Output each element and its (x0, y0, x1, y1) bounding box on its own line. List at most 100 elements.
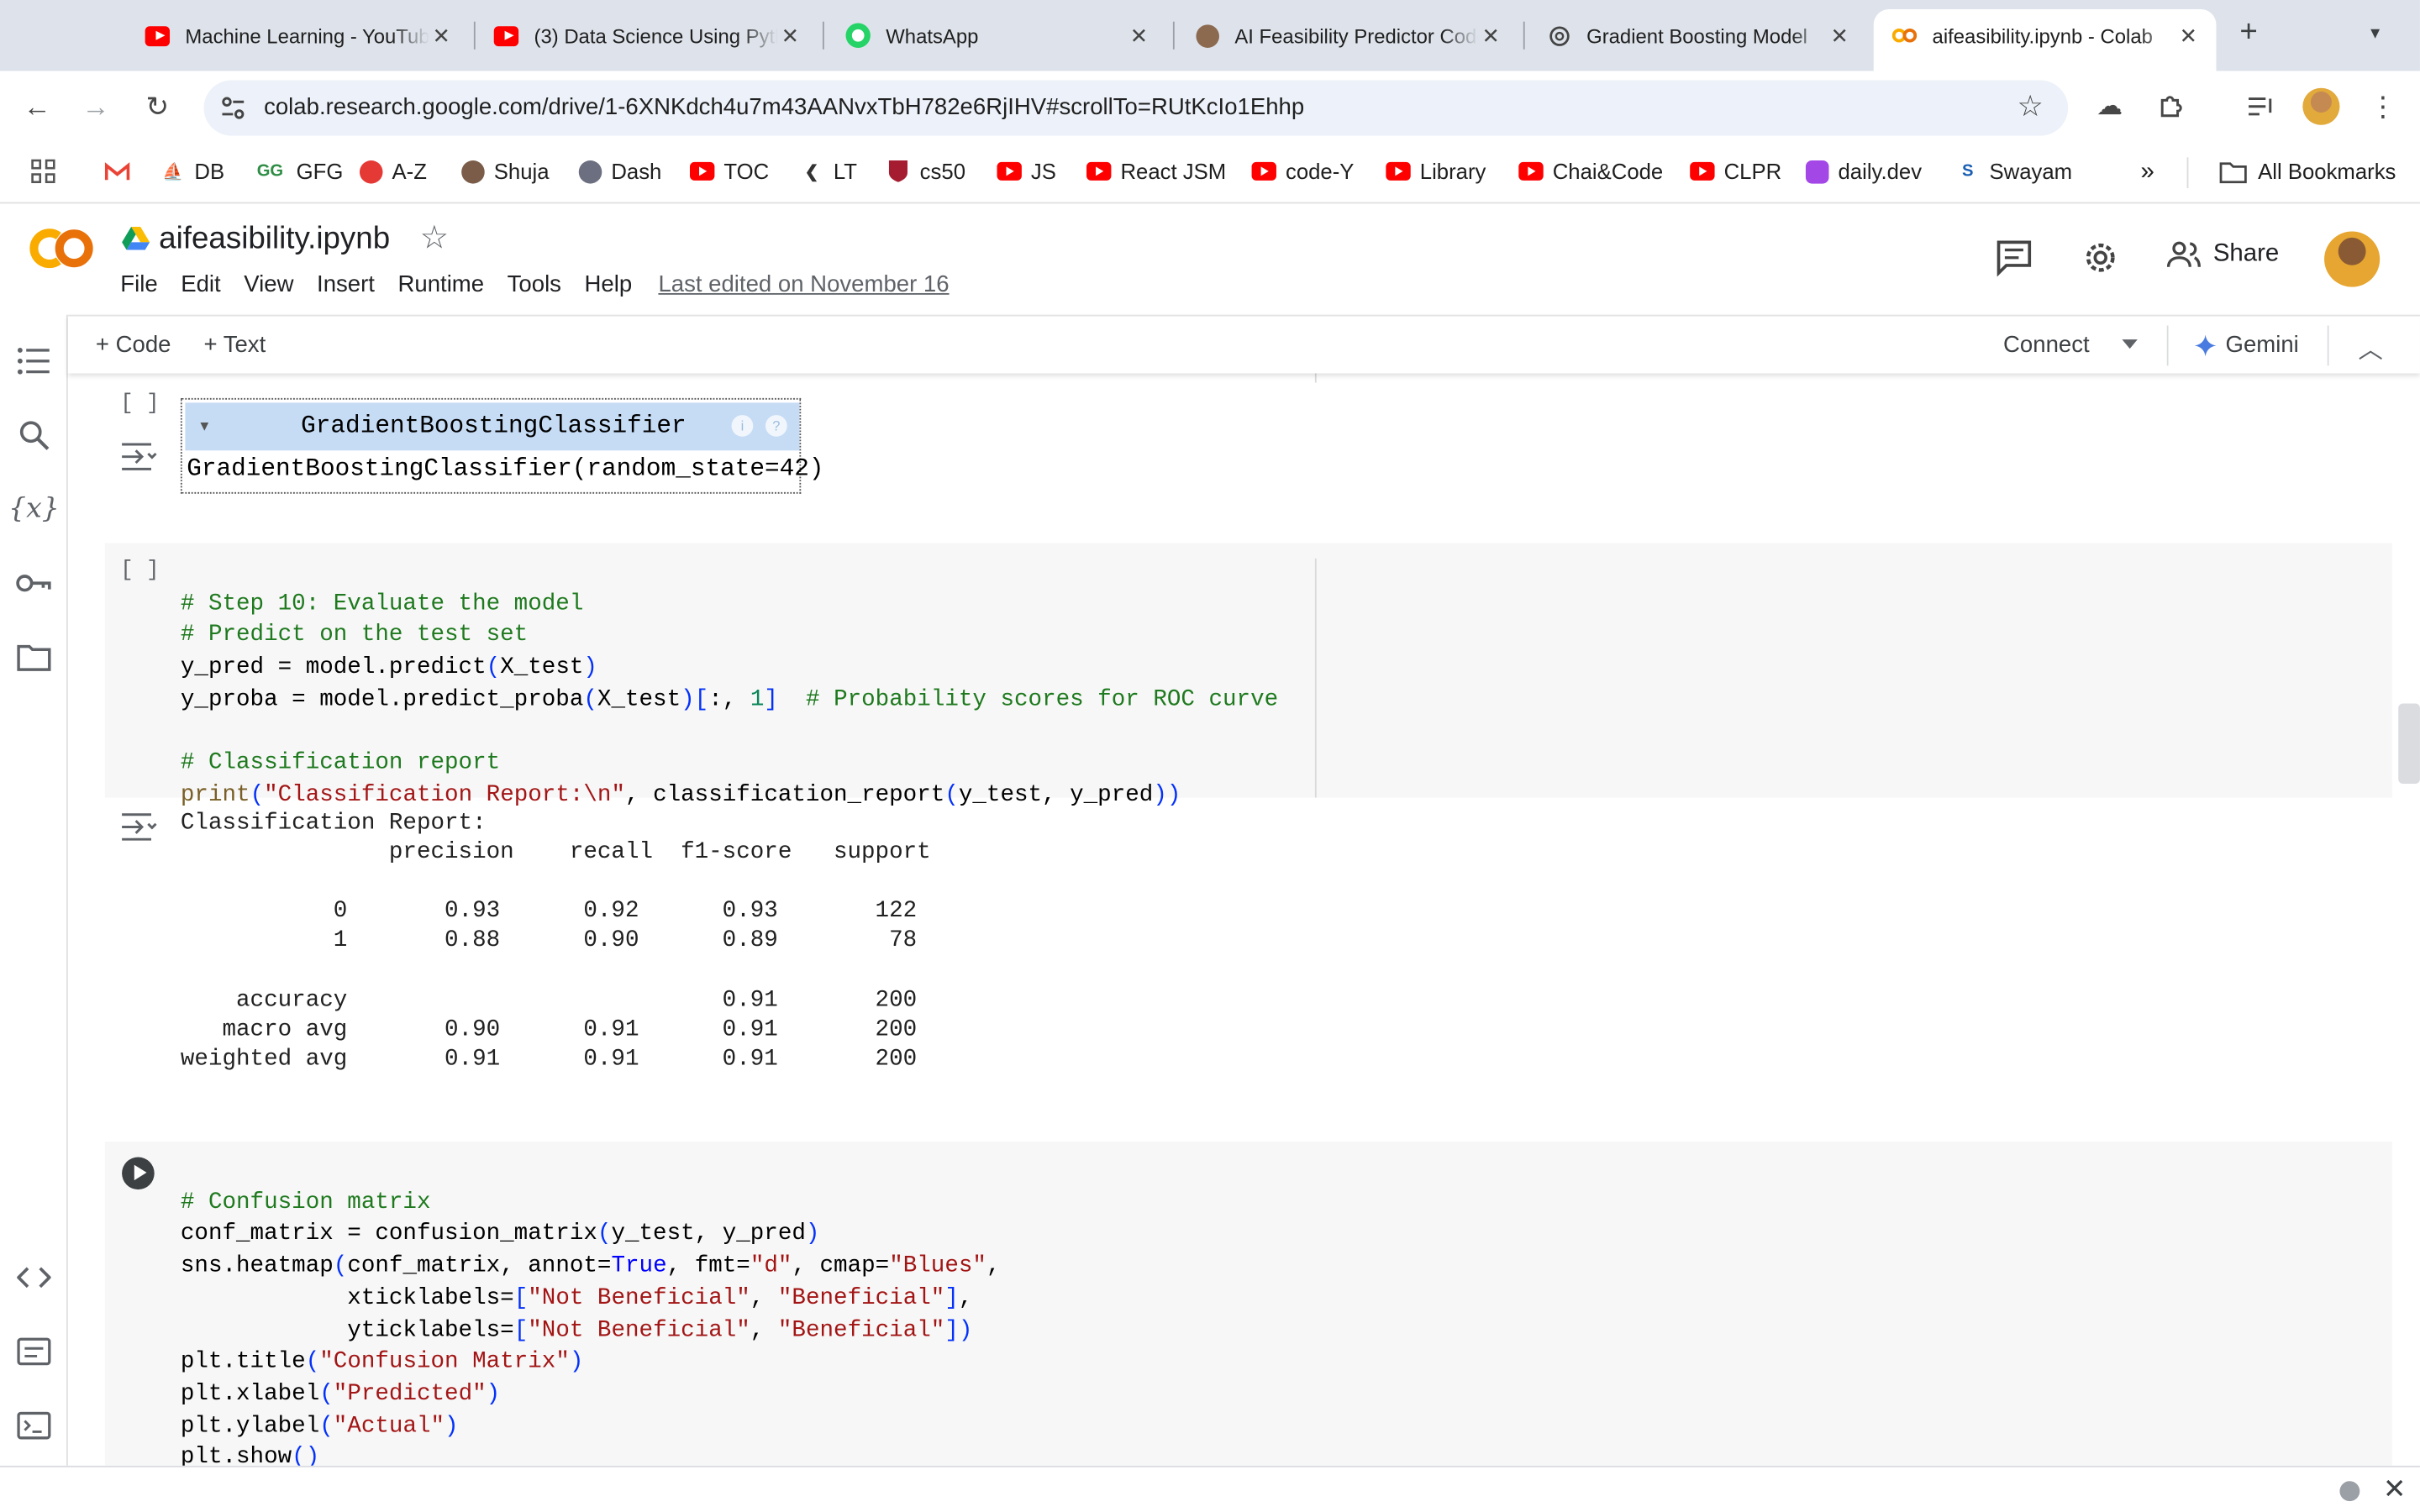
tab-search-chevron-icon[interactable]: ▾ (2370, 22, 2380, 44)
back-arrow-icon[interactable]: ← (18, 90, 55, 127)
all-bookmarks-button[interactable]: All Bookmarks (2217, 159, 2396, 184)
command-palette-icon[interactable] (15, 1333, 52, 1370)
files-folder-icon[interactable] (15, 638, 52, 675)
user-avatar[interactable] (2324, 231, 2381, 287)
bookmark-item[interactable]: A-Z (358, 159, 427, 184)
bookmark-item[interactable]: GG GFG (253, 159, 344, 183)
bookmark-item[interactable]: ⛵ DB (160, 159, 224, 183)
gemini-button[interactable]: Gemini (2194, 331, 2299, 359)
code-line: # Classification report (180, 750, 501, 777)
notebook-area[interactable]: [ ] ▼ GradientBoostingClassifier i ? Gra… (69, 373, 2420, 1466)
search-icon[interactable] (15, 417, 52, 454)
browser-tab-active[interactable]: aifeasibility.ipynb - Colab ✕ (1873, 9, 2217, 71)
browser-tab[interactable]: WhatsApp ✕ (827, 13, 1166, 59)
connect-button[interactable]: Connect (2003, 332, 2090, 358)
bookmark-item[interactable]: S Swayam (1955, 159, 2072, 183)
close-icon[interactable]: ✕ (429, 23, 454, 49)
address-bar[interactable]: colab.research.google.com/drive/1-6XNKdc… (203, 80, 2069, 136)
settings-gear-icon[interactable] (2081, 238, 2121, 278)
bookmark-item[interactable]: cs50 (886, 159, 965, 184)
youtube-icon (1518, 159, 1544, 183)
last-edited-link[interactable]: Last edited on November 16 (658, 271, 949, 297)
bookmark-item[interactable]: React JSM (1086, 159, 1226, 184)
gemini-label: Gemini (2225, 331, 2299, 359)
expand-triangle-icon[interactable]: ▼ (197, 418, 211, 433)
menu-runtime[interactable]: Runtime (397, 271, 484, 297)
bookmark-item[interactable]: CLPR (1690, 159, 1781, 184)
bookmark-gmail[interactable] (104, 159, 139, 183)
menu-edit[interactable]: Edit (181, 271, 220, 297)
cloud-icon[interactable]: ☁ (2093, 90, 2127, 123)
secrets-key-icon[interactable] (15, 564, 52, 601)
scrollbar-thumb[interactable] (2398, 703, 2420, 785)
close-icon[interactable]: ✕ (1127, 23, 1151, 49)
colab-logo-icon[interactable] (24, 225, 95, 271)
run-cell-button[interactable] (122, 1157, 155, 1190)
variables-icon[interactable]: {x} (8, 489, 60, 526)
bookmark-star-icon[interactable]: ☆ (2017, 90, 2043, 125)
classification-report-output: Classification Report: precision recall … (180, 810, 931, 1073)
bookmark-item[interactable]: daily.dev (1804, 159, 1922, 184)
help-icon[interactable]: ? (765, 415, 787, 437)
youtube-icon (493, 24, 519, 48)
close-icon[interactable]: ✕ (2176, 23, 2201, 49)
bookmark-label: Dash (611, 159, 662, 184)
profile-avatar[interactable] (2302, 87, 2340, 125)
bookmark-item[interactable]: Chai&Code (1518, 159, 1663, 184)
site-settings-icon[interactable] (219, 94, 247, 122)
bookmark-item[interactable]: ❮ LT (799, 159, 857, 183)
estimator-header[interactable]: ▼ GradientBoostingClassifier i ? (185, 402, 800, 451)
bookmarks-overflow-button[interactable]: » (2141, 159, 2154, 186)
reload-icon[interactable]: ↻ (139, 90, 176, 127)
cell-execution-count[interactable]: [ ] (120, 392, 159, 417)
extensions-icon[interactable] (2154, 90, 2188, 123)
bookmark-item[interactable]: Library (1386, 159, 1486, 184)
share-button[interactable]: Share (2166, 241, 2279, 269)
output-collapse-icon[interactable] (120, 811, 157, 843)
info-icon[interactable]: i (731, 415, 754, 437)
browser-tab[interactable]: AI Feasibility Predictor Code ✕ (1176, 13, 1519, 59)
star-icon[interactable]: ☆ (420, 219, 450, 258)
table-of-contents-icon[interactable] (15, 343, 52, 380)
media-queue-icon[interactable] (2244, 90, 2278, 123)
menu-tools[interactable]: Tools (508, 271, 561, 297)
output-collapse-icon[interactable] (120, 441, 157, 472)
menu-help[interactable]: Help (585, 271, 633, 297)
youtube-icon (1690, 159, 1715, 183)
browser-tab[interactable]: (3) Data Science Using Python ✕ (476, 13, 818, 59)
close-icon[interactable]: ✕ (778, 23, 802, 49)
bookmark-item[interactable]: JS (997, 159, 1056, 184)
browser-menu-icon[interactable]: ⋮ (2366, 90, 2400, 123)
code-line: plt.show() (180, 1444, 320, 1466)
leetcode-icon: ❮ (804, 162, 819, 181)
menu-view[interactable]: View (244, 271, 293, 297)
collapse-header-icon[interactable]: ︿ (2358, 328, 2382, 365)
bookmark-item[interactable]: Dash (577, 159, 662, 184)
close-icon[interactable]: ✕ (2383, 1473, 2407, 1506)
cell-execution-count[interactable]: [ ] (120, 559, 159, 583)
bookmark-label: code-Y (1285, 159, 1355, 184)
close-icon[interactable]: ✕ (1479, 23, 1503, 49)
bookmark-item[interactable]: Shuja (460, 159, 550, 184)
google-drive-icon[interactable] (122, 225, 150, 250)
comment-icon[interactable] (1994, 238, 2034, 278)
bookmark-label: DB (194, 159, 225, 184)
menu-insert[interactable]: Insert (317, 271, 375, 297)
menu-file[interactable]: File (120, 271, 157, 297)
code-snippets-icon[interactable] (15, 1259, 52, 1296)
estimator-widget[interactable]: ▼ GradientBoostingClassifier i ? Gradien… (180, 397, 824, 494)
close-icon[interactable]: ✕ (1828, 23, 1852, 49)
new-tab-button[interactable]: + (2232, 15, 2265, 49)
browser-tab[interactable]: Gradient Boosting Model ✕ (1528, 13, 1867, 59)
notebook-title[interactable]: aifeasibility.ipynb (159, 222, 390, 257)
terminal-icon[interactable] (15, 1407, 52, 1444)
add-code-button[interactable]: + Code (96, 332, 171, 358)
add-text-button[interactable]: + Text (203, 332, 266, 358)
forward-arrow-icon[interactable]: → (77, 90, 114, 127)
bookmark-item[interactable]: TOC (690, 159, 769, 184)
bookmark-item[interactable]: code-Y (1251, 159, 1355, 184)
code-editor[interactable]: # Confusion matrix conf_matrix = confusio… (181, 1156, 1001, 1466)
connect-dropdown-icon[interactable] (2122, 339, 2138, 349)
browser-tab[interactable]: Machine Learning - YouTube ✕ (127, 13, 470, 59)
apps-grid-icon[interactable] (31, 159, 55, 184)
